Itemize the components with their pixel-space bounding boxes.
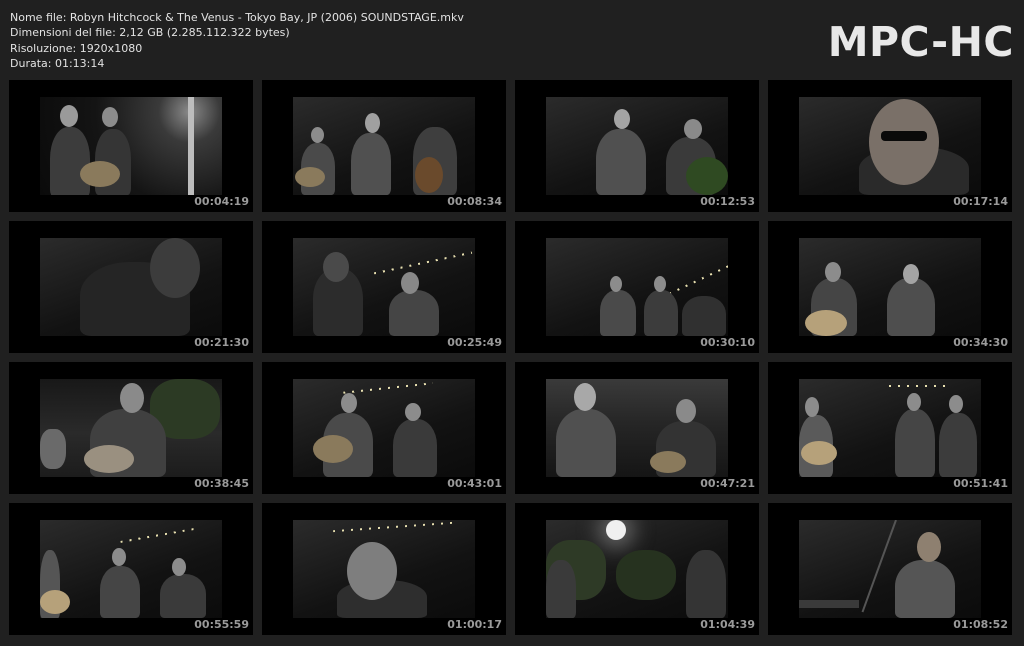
thumbnail: 01:04:39 — [515, 503, 759, 635]
timestamp: 00:55:59 — [194, 618, 249, 631]
thumbnail: 00:12:53 — [515, 80, 759, 212]
timestamp: 00:30:10 — [700, 336, 755, 349]
thumbnail: 00:51:41 — [768, 362, 1012, 494]
file-size: Dimensioni del file: 2,12 GB (2.285.112.… — [10, 26, 290, 40]
timestamp: 00:12:53 — [700, 195, 755, 208]
thumbnail: 00:08:34 — [262, 80, 506, 212]
file-resolution: Risoluzione: 1920x1080 — [10, 41, 143, 55]
thumbnail: 01:08:52 — [768, 503, 1012, 635]
thumbnail: 00:21:30 — [9, 221, 253, 353]
video-frame — [799, 97, 981, 195]
timestamp: 00:34:30 — [953, 336, 1008, 349]
thumbnail: 00:47:21 — [515, 362, 759, 494]
thumbnail: 00:25:49 — [262, 221, 506, 353]
thumbnail: 00:43:01 — [262, 362, 506, 494]
timestamp: 00:17:14 — [953, 195, 1008, 208]
file-duration: Durata: 01:13:14 — [10, 56, 105, 70]
video-frame — [546, 379, 728, 477]
thumbnail: 00:55:59 — [9, 503, 253, 635]
video-frame — [799, 520, 981, 618]
thumbnail: 00:34:30 — [768, 221, 1012, 353]
timestamp: 00:43:01 — [447, 477, 502, 490]
timestamp: 01:04:39 — [700, 618, 755, 631]
video-frame — [293, 379, 475, 477]
timestamp: 01:08:52 — [953, 618, 1008, 631]
file-info: Nome file: Robyn Hitchcock & The Venus -… — [10, 10, 464, 71]
timestamp: 01:00:17 — [447, 618, 502, 631]
file-name: Nome file: Robyn Hitchcock & The Venus -… — [10, 11, 464, 24]
thumbnail: 00:17:14 — [768, 80, 1012, 212]
video-frame — [40, 238, 222, 336]
video-frame — [799, 379, 981, 477]
thumbnail: 00:30:10 — [515, 221, 759, 353]
video-frame — [546, 520, 728, 618]
video-frame — [293, 97, 475, 195]
thumbnail: 00:04:19 — [9, 80, 253, 212]
thumbnail-grid: 00:04:19 00:08:34 00:12:53 00:17:14 00:2… — [9, 80, 1016, 635]
video-frame — [799, 238, 981, 336]
video-frame — [546, 97, 728, 195]
video-frame — [293, 520, 475, 618]
thumbnail: 00:38:45 — [9, 362, 253, 494]
timestamp: 00:25:49 — [447, 336, 502, 349]
timestamp: 00:47:21 — [700, 477, 755, 490]
timestamp: 00:04:19 — [194, 195, 249, 208]
thumbnail: 01:00:17 — [262, 503, 506, 635]
video-frame — [293, 238, 475, 336]
app-logo: MPC-HC — [827, 18, 1014, 66]
timestamp: 00:08:34 — [447, 195, 502, 208]
video-frame — [40, 379, 222, 477]
timestamp: 00:51:41 — [953, 477, 1008, 490]
timestamp: 00:38:45 — [194, 477, 249, 490]
video-frame — [40, 97, 222, 195]
timestamp: 00:21:30 — [194, 336, 249, 349]
video-frame — [546, 238, 728, 336]
video-frame — [40, 520, 222, 618]
